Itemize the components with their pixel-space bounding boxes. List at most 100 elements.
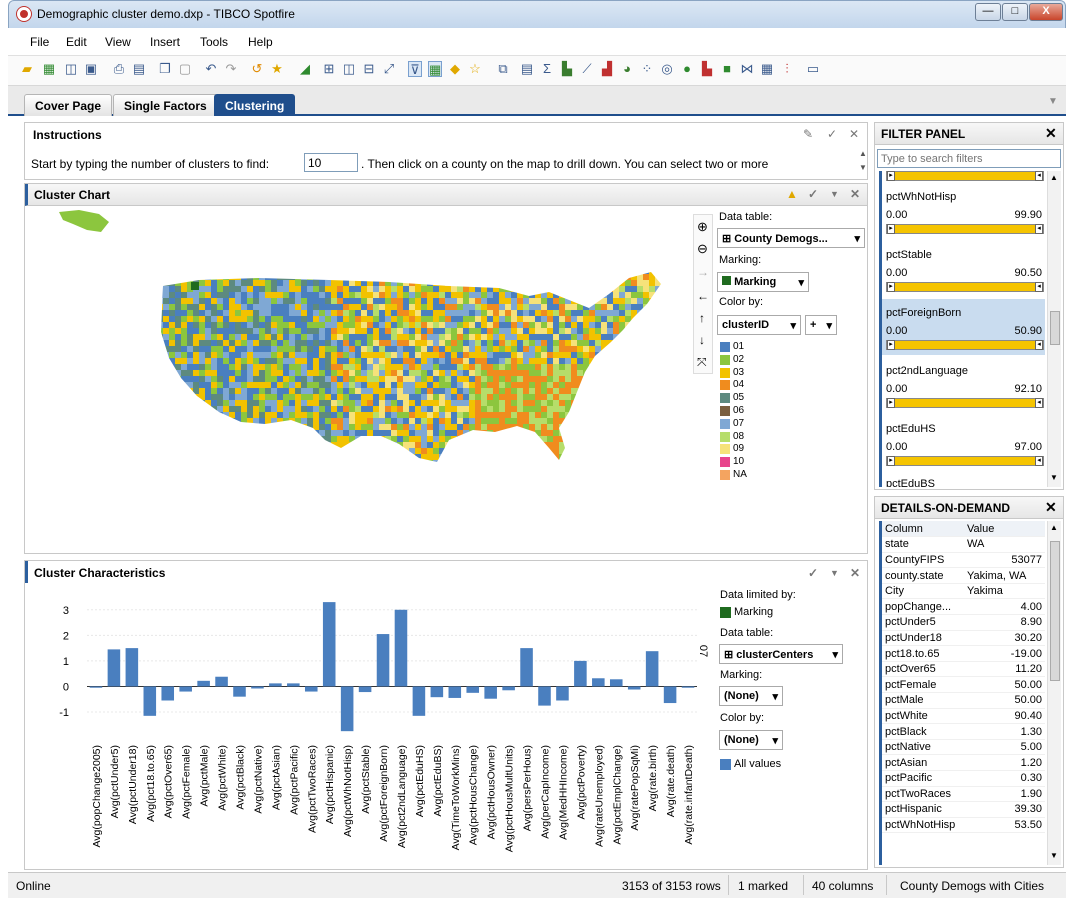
county-cell[interactable] <box>661 430 667 436</box>
county-cell[interactable] <box>439 322 445 328</box>
county-cell[interactable] <box>475 388 481 394</box>
county-cell[interactable] <box>421 340 427 346</box>
close-panel-icon[interactable]: ✕ <box>850 566 860 580</box>
county-cell[interactable] <box>409 418 415 424</box>
county-cell[interactable] <box>181 310 187 316</box>
county-cell[interactable] <box>175 280 181 286</box>
county-cell[interactable] <box>211 292 217 298</box>
county-cell[interactable] <box>319 352 325 358</box>
county-cell[interactable] <box>187 328 193 334</box>
county-cell[interactable] <box>589 340 595 346</box>
county-cell[interactable] <box>505 298 511 304</box>
county-cell[interactable] <box>421 316 427 322</box>
county-cell[interactable] <box>307 376 313 382</box>
county-cell[interactable] <box>553 346 559 352</box>
county-cell[interactable] <box>559 292 565 298</box>
county-cell[interactable] <box>487 334 493 340</box>
maximize-vis-icon[interactable]: ⤢ <box>382 61 396 77</box>
county-cell[interactable] <box>193 328 199 334</box>
county-cell[interactable] <box>469 394 475 400</box>
county-cell[interactable] <box>637 406 643 412</box>
county-cell[interactable] <box>277 394 283 400</box>
county-cell[interactable] <box>193 274 199 280</box>
county-cell[interactable] <box>493 358 499 364</box>
county-cell[interactable] <box>229 322 235 328</box>
county-cell[interactable] <box>499 388 505 394</box>
county-cell[interactable] <box>619 448 625 454</box>
county-cell[interactable] <box>445 370 451 376</box>
county-cell[interactable] <box>217 418 223 424</box>
county-cell[interactable] <box>307 298 313 304</box>
county-cell[interactable] <box>379 436 385 442</box>
county-cell[interactable] <box>367 460 373 466</box>
county-cell[interactable] <box>247 334 253 340</box>
county-cell[interactable] <box>433 280 439 286</box>
county-cell[interactable] <box>559 400 565 406</box>
county-cell[interactable] <box>169 364 175 370</box>
county-cell[interactable] <box>649 328 655 334</box>
county-cell[interactable] <box>301 424 307 430</box>
county-cell[interactable] <box>493 382 499 388</box>
county-cell[interactable] <box>529 412 535 418</box>
county-cell[interactable] <box>217 400 223 406</box>
county-cell[interactable] <box>523 268 529 274</box>
county-cell[interactable] <box>541 346 547 352</box>
county-cell[interactable] <box>283 334 289 340</box>
county-cell[interactable] <box>601 412 607 418</box>
county-cell[interactable] <box>379 376 385 382</box>
county-cell[interactable] <box>235 364 241 370</box>
county-cell[interactable] <box>409 292 415 298</box>
county-cell[interactable] <box>163 364 169 370</box>
county-cell[interactable] <box>577 328 583 334</box>
county-cell[interactable] <box>391 370 397 376</box>
county-cell[interactable] <box>325 334 331 340</box>
county-cell[interactable] <box>307 400 313 406</box>
county-cell[interactable] <box>655 280 661 286</box>
county-cell[interactable] <box>595 418 601 424</box>
county-cell[interactable] <box>325 310 331 316</box>
county-cell[interactable] <box>475 376 481 382</box>
county-cell[interactable] <box>535 358 541 364</box>
county-cell[interactable] <box>523 280 529 286</box>
county-cell[interactable] <box>595 358 601 364</box>
county-cell[interactable] <box>301 412 307 418</box>
county-cell[interactable] <box>589 406 595 412</box>
county-cell[interactable] <box>589 358 595 364</box>
county-cell[interactable] <box>613 382 619 388</box>
county-cell[interactable] <box>175 298 181 304</box>
county-cell[interactable] <box>271 316 277 322</box>
county-cell[interactable] <box>607 382 613 388</box>
county-cell[interactable] <box>277 370 283 376</box>
county-cell[interactable] <box>595 376 601 382</box>
county-cell[interactable] <box>463 436 469 442</box>
county-cell[interactable] <box>205 352 211 358</box>
county-cell[interactable] <box>547 328 553 334</box>
county-cell[interactable] <box>433 352 439 358</box>
county-cell[interactable] <box>397 346 403 352</box>
county-cell[interactable] <box>349 286 355 292</box>
county-cell[interactable] <box>277 436 283 442</box>
county-cell[interactable] <box>517 322 523 328</box>
county-cell[interactable] <box>367 358 373 364</box>
county-cell[interactable] <box>181 454 187 460</box>
county-cell[interactable] <box>289 334 295 340</box>
county-cell[interactable] <box>187 424 193 430</box>
county-cell[interactable] <box>589 430 595 436</box>
county-cell[interactable] <box>343 394 349 400</box>
county-cell[interactable] <box>427 346 433 352</box>
county-cell[interactable] <box>625 352 631 358</box>
3d-scatter-icon[interactable]: ◎ <box>660 61 674 77</box>
county-cell[interactable] <box>445 364 451 370</box>
county-cell[interactable] <box>571 442 577 448</box>
county-cell[interactable] <box>361 406 367 412</box>
graphical-table-icon[interactable]: ▙ <box>700 61 714 77</box>
county-cell[interactable] <box>181 346 187 352</box>
county-cell[interactable] <box>169 460 175 466</box>
county-cell[interactable] <box>655 346 661 352</box>
county-cell[interactable] <box>649 418 655 424</box>
county-cell[interactable] <box>529 376 535 382</box>
county-cell[interactable] <box>421 400 427 406</box>
county-cell[interactable] <box>211 454 217 460</box>
county-cell[interactable] <box>661 442 667 448</box>
county-cell[interactable] <box>289 286 295 292</box>
